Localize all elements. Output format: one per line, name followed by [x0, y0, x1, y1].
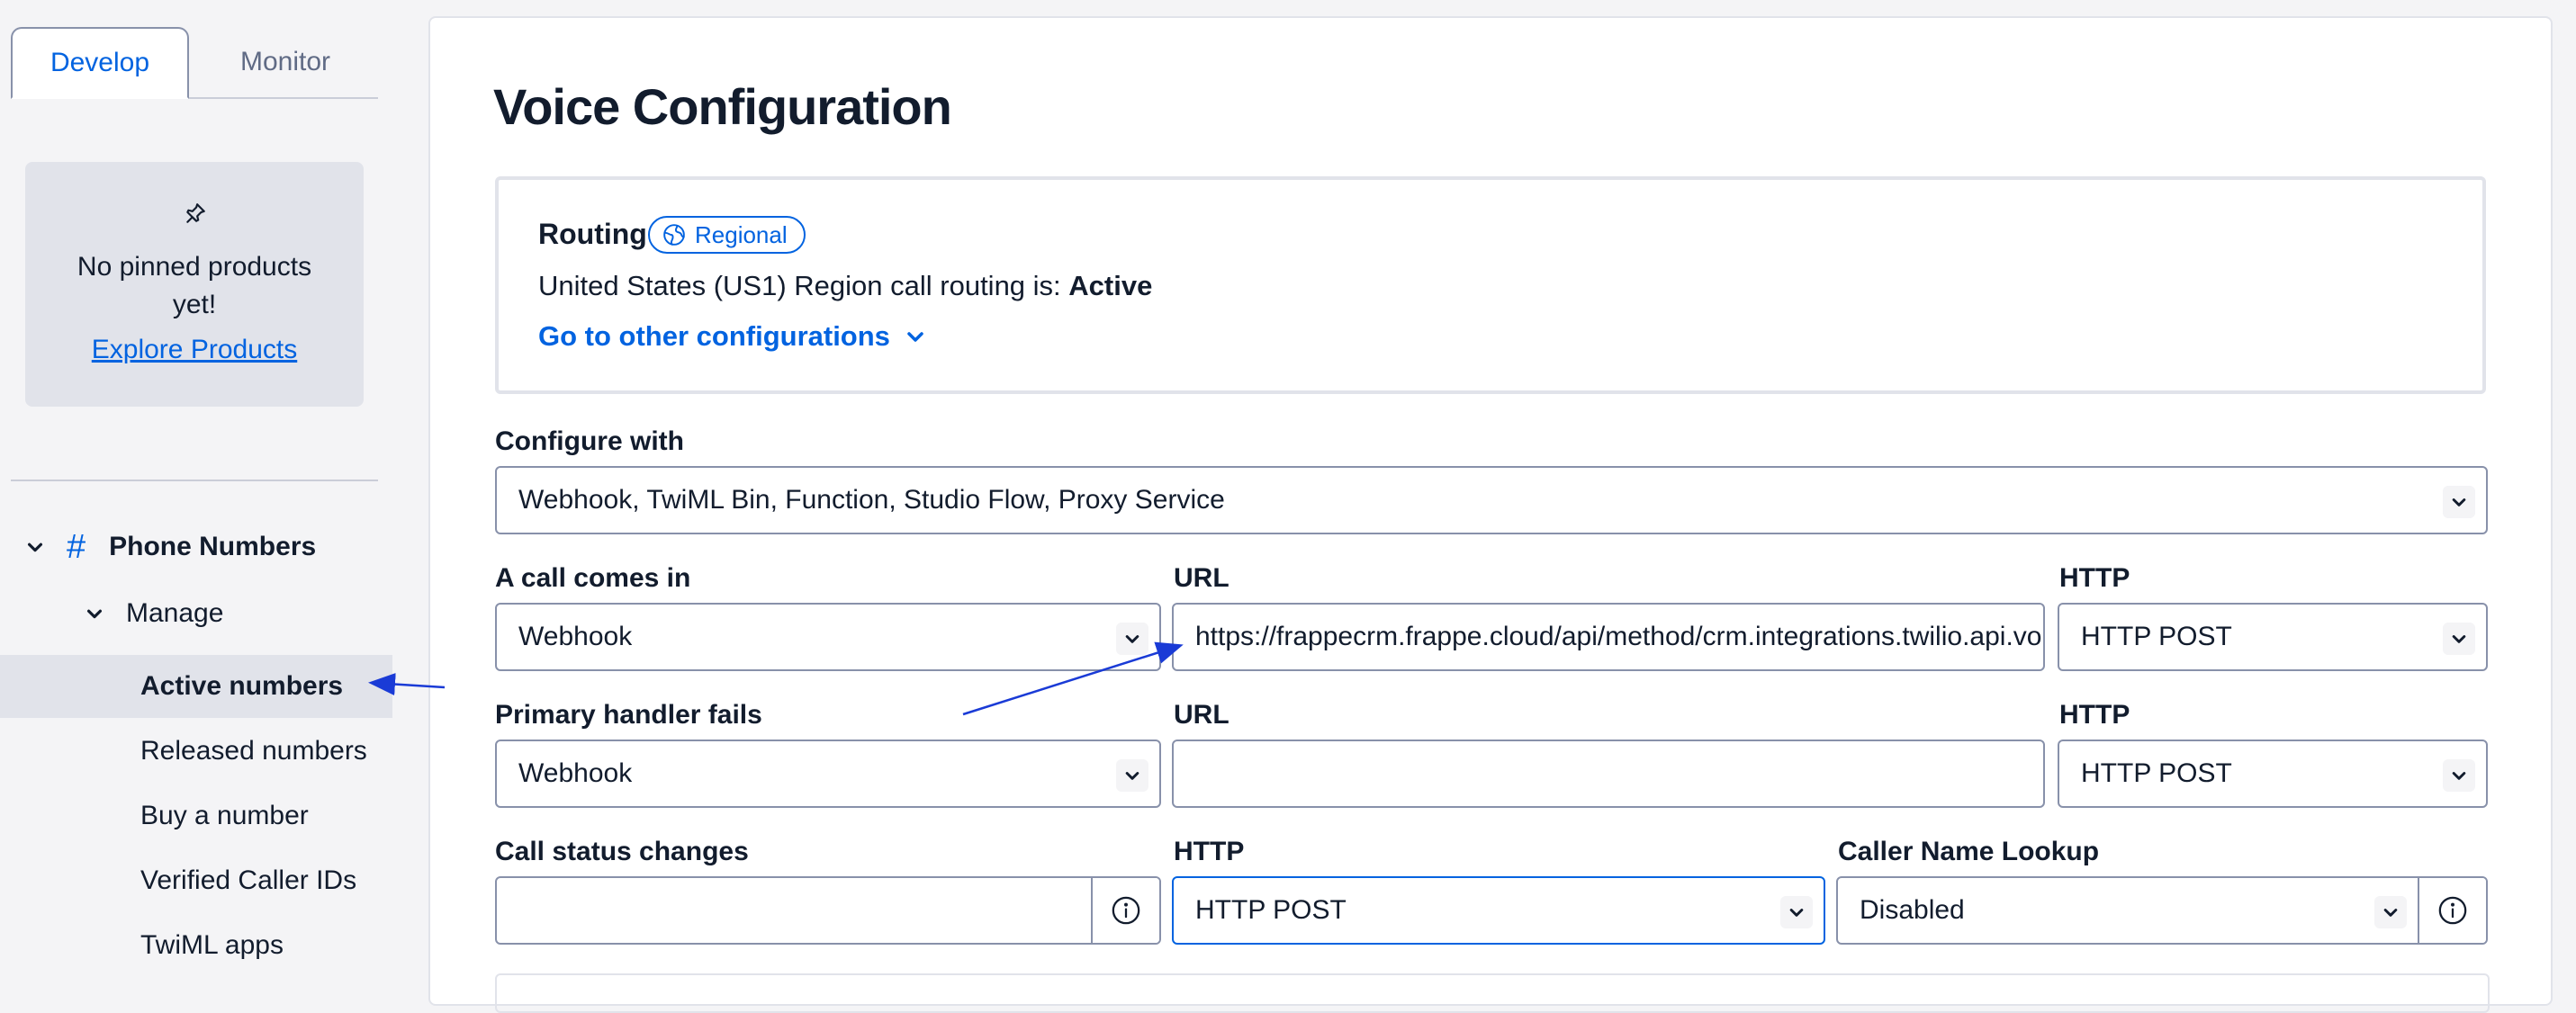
annotation-arrows: [368, 641, 1184, 716]
arrow-to-active-numbers: [368, 673, 446, 696]
arrow-to-call-url: [962, 641, 1184, 716]
